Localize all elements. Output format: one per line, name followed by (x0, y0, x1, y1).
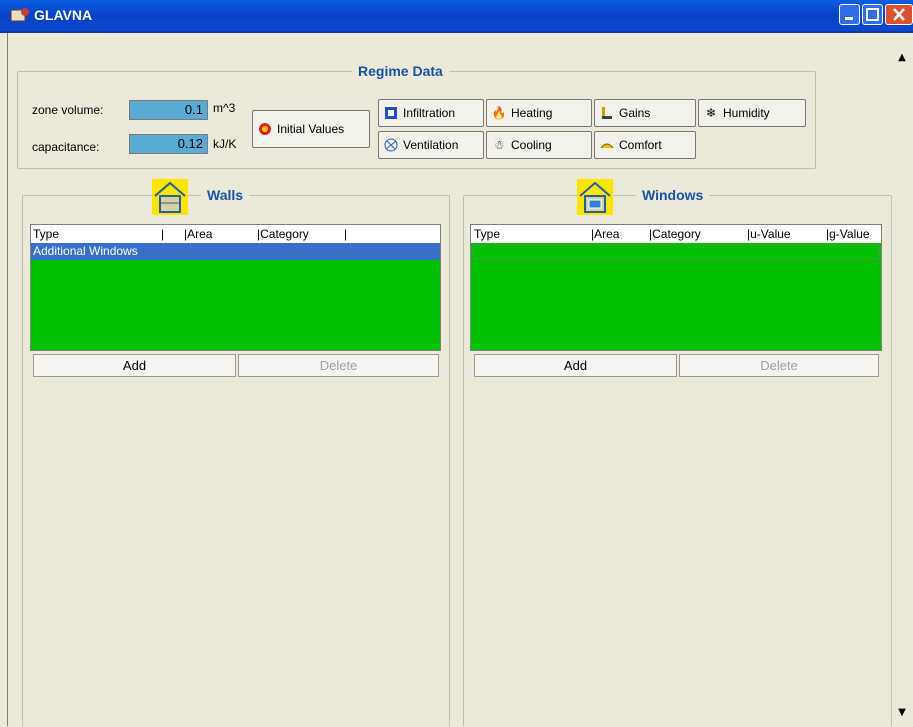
gains-button[interactable]: Gains (594, 99, 696, 127)
humidity-button[interactable]: ❄ Humidity (698, 99, 806, 127)
close-button[interactable] (885, 4, 913, 25)
infiltration-icon (383, 106, 399, 120)
title-bar: GLAVNA (0, 0, 913, 33)
starburst-icon (257, 122, 273, 136)
comfort-icon (599, 138, 615, 152)
list-item[interactable]: Additional Windows (31, 243, 440, 260)
humidity-label: Humidity (723, 106, 770, 120)
capacitance-label: capacitance: (32, 140, 100, 154)
windows-legend: Windows (642, 187, 704, 203)
capacitance-field[interactable]: 0.12 (129, 134, 208, 154)
vertical-scrollbar[interactable]: ▲ ▼ (892, 50, 913, 726)
infiltration-button[interactable]: Infiltration (378, 99, 484, 127)
window-title: GLAVNA (34, 7, 93, 23)
lamp-icon (599, 106, 615, 120)
gains-label: Gains (619, 106, 651, 120)
walls-delete-button[interactable]: Delete (238, 354, 439, 377)
comfort-label: Comfort (619, 138, 662, 152)
app-icon (10, 8, 29, 22)
snowman-icon: ☃ (493, 138, 505, 152)
zone-volume-field[interactable]: 0.1 (129, 100, 208, 120)
walls-legend: Walls (207, 187, 244, 203)
maximize-button[interactable] (862, 4, 883, 25)
comfort-button[interactable]: Comfort (594, 131, 696, 159)
walls-add-button[interactable]: Add (33, 354, 236, 377)
window-house-icon (577, 179, 613, 215)
heating-button[interactable]: 🔥 Heating (486, 99, 592, 127)
fan-icon (383, 138, 399, 152)
initial-values-button[interactable]: Initial Values (252, 110, 370, 148)
windows-list[interactable] (471, 243, 881, 350)
scroll-down-icon[interactable]: ▼ (894, 705, 910, 721)
maximize-icon (866, 8, 879, 21)
zone-volume-unit: m^3 (213, 101, 236, 115)
ventilation-label: Ventilation (403, 138, 459, 152)
list-item[interactable] (472, 244, 880, 262)
minimize-button[interactable] (839, 4, 860, 25)
cooling-button[interactable]: ☃ Cooling (486, 131, 592, 159)
cooling-label: Cooling (511, 138, 552, 152)
humidity-icon: ❄ (705, 106, 717, 120)
regime-data-legend: Regime Data (358, 63, 443, 79)
wall-house-icon (152, 179, 188, 215)
initial-values-label: Initial Values (277, 122, 345, 136)
windows-delete-button[interactable]: Delete (679, 354, 879, 377)
windows-add-button[interactable]: Add (474, 354, 677, 377)
flame-icon: 🔥 (491, 106, 507, 120)
heating-label: Heating (511, 106, 553, 120)
minimize-icon (845, 17, 853, 20)
scroll-up-icon[interactable]: ▲ (894, 50, 910, 66)
ventilation-button[interactable]: Ventilation (378, 131, 484, 159)
close-icon (893, 8, 905, 21)
infiltration-label: Infiltration (403, 106, 456, 120)
zone-volume-label: zone volume: (32, 103, 104, 117)
walls-list[interactable]: Additional Windows (31, 243, 440, 350)
capacitance-unit: kJ/K (213, 137, 237, 151)
